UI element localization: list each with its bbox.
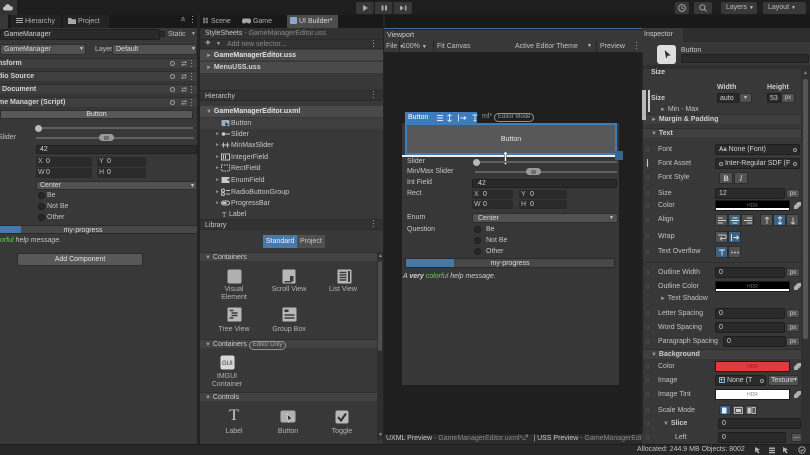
- svg-text:GUI: GUI: [222, 361, 233, 367]
